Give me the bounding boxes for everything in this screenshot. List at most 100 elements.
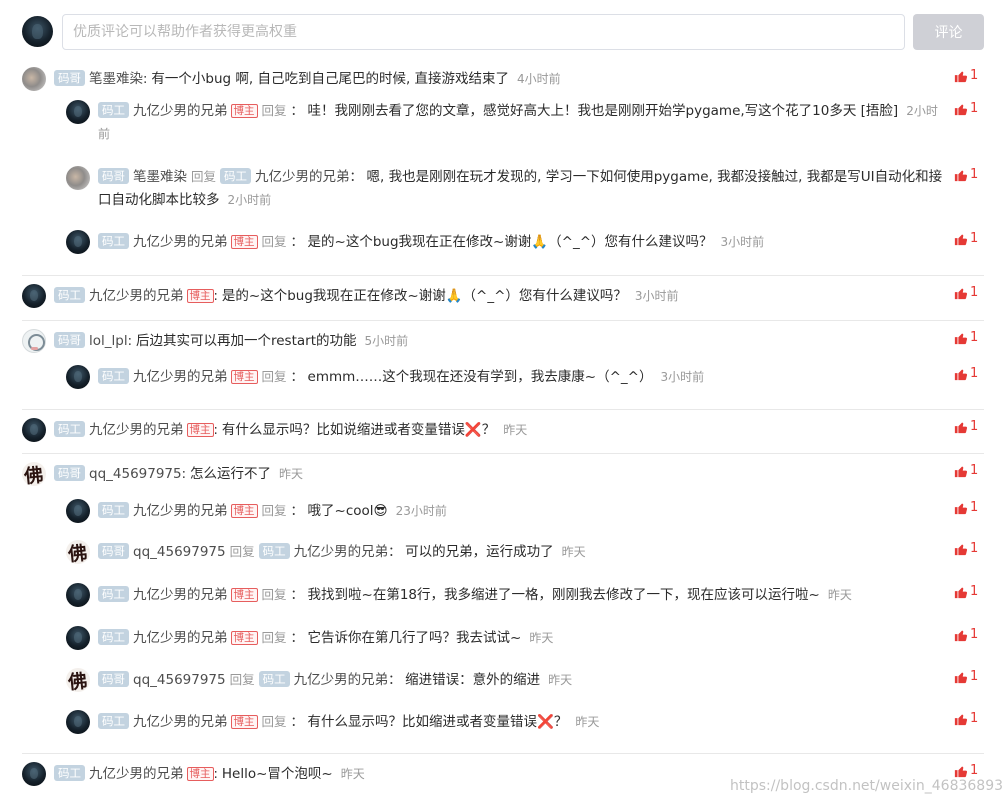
user-avatar[interactable] bbox=[66, 166, 90, 190]
comment-item: 码哥 lol_lpl: 后边其实可以再加一个restart的功能 5小时前 1 bbox=[22, 329, 984, 355]
username-link[interactable]: 九亿少男的兄弟 bbox=[89, 422, 184, 438]
thumb-up-icon bbox=[954, 69, 968, 83]
timestamp: 2小时前 bbox=[227, 193, 272, 207]
thumb-up-icon bbox=[954, 628, 968, 642]
reply-target-link[interactable]: 九亿少男的兄弟 bbox=[294, 544, 389, 560]
user-avatar[interactable] bbox=[66, 710, 90, 734]
host-badge: 博主 bbox=[230, 588, 258, 602]
level-badge: 码工 bbox=[54, 421, 85, 437]
reply-target-link[interactable]: 九亿少男的兄弟 bbox=[294, 672, 389, 688]
like-button[interactable]: 1 bbox=[954, 541, 982, 561]
like-button[interactable]: 1 bbox=[954, 167, 982, 187]
like-button[interactable]: 1 bbox=[954, 627, 982, 647]
colon: : bbox=[213, 289, 218, 304]
timestamp: 昨天 bbox=[827, 588, 852, 602]
comment-text: emmm……这个我现在还没有学到，我去康康~（^_^） bbox=[307, 369, 653, 385]
timestamp: 昨天 bbox=[561, 545, 586, 559]
username-link[interactable]: 笔墨难染 bbox=[89, 71, 143, 87]
reply-label: 回复 bbox=[261, 714, 287, 729]
comment-text: 可以的兄弟，运行成功了 bbox=[405, 544, 554, 560]
user-avatar[interactable] bbox=[22, 67, 46, 91]
user-avatar[interactable] bbox=[66, 365, 90, 389]
username-link[interactable]: 笔墨难染 bbox=[133, 169, 187, 185]
level-badge: 码哥 bbox=[54, 332, 85, 348]
username-link[interactable]: 九亿少男的兄弟 bbox=[133, 714, 228, 730]
reply-item: 码工 九亿少男的兄弟 博主 回复：它告诉你在第几行了吗？我去试试~ 昨天 1 bbox=[66, 626, 984, 652]
username-link[interactable]: lol_lpl bbox=[89, 333, 128, 349]
comment-content: 码工 九亿少男的兄弟 博主 回复：它告诉你在第几行了吗？我去试试~ 昨天 bbox=[98, 629, 944, 648]
comment-content: 码哥 笔墨难染 回复 码工 九亿少男的兄弟： 嗯, 我也是刚刚在玩才发现的, 学习一下如何… bbox=[98, 166, 944, 212]
comment-content: 码哥 lol_lpl: 后边其实可以再加一个restart的功能 5小时前 bbox=[54, 332, 944, 351]
like-count: 1 bbox=[970, 167, 979, 182]
thumb-up-icon bbox=[954, 670, 968, 684]
like-button[interactable]: 1 bbox=[954, 366, 982, 386]
user-avatar[interactable] bbox=[22, 462, 46, 486]
level-badge: 码哥 bbox=[98, 168, 129, 184]
current-user-avatar[interactable] bbox=[22, 16, 53, 47]
user-avatar[interactable] bbox=[66, 540, 90, 564]
like-button[interactable]: 1 bbox=[954, 584, 982, 604]
username-link[interactable]: qq_45697975 bbox=[133, 672, 226, 688]
thumb-up-icon bbox=[954, 102, 968, 116]
like-button[interactable]: 1 bbox=[954, 419, 982, 439]
username-link[interactable]: 九亿少男的兄弟 bbox=[89, 288, 184, 304]
username-link[interactable]: 九亿少男的兄弟 bbox=[133, 369, 228, 385]
username-link[interactable]: 九亿少男的兄弟 bbox=[133, 103, 228, 119]
username-link[interactable]: 九亿少男的兄弟 bbox=[133, 234, 228, 250]
colon: : bbox=[127, 334, 132, 349]
user-avatar[interactable] bbox=[22, 418, 46, 442]
comment-content: 码哥 笔墨难染: 有一个小bug 啊, 自己吃到自己尾巴的时候, 直接游戏结束了 4小… bbox=[54, 70, 944, 89]
username-link[interactable]: 九亿少男的兄弟 bbox=[133, 587, 228, 603]
username-link[interactable]: qq_45697975 bbox=[89, 466, 182, 482]
user-avatar[interactable] bbox=[66, 499, 90, 523]
like-button[interactable]: 1 bbox=[954, 669, 982, 689]
reply-item: 码工 九亿少男的兄弟 博主 回复：我找到啦~在第18行，我多缩进了一格，刚刚我去修改了… bbox=[66, 583, 984, 609]
like-button[interactable]: 1 bbox=[954, 463, 982, 483]
watermark: https://blog.csdn.net/weixin_46836893 bbox=[730, 778, 1004, 794]
like-button[interactable]: 1 bbox=[954, 330, 982, 350]
comment-divider bbox=[22, 320, 984, 321]
reply-item: 码哥qq_45697975回复码工九亿少男的兄弟：可以的兄弟，运行成功了昨天 1 bbox=[66, 540, 984, 566]
user-avatar[interactable] bbox=[66, 668, 90, 692]
user-avatar[interactable] bbox=[66, 583, 90, 607]
username-link[interactable]: qq_45697975 bbox=[133, 544, 226, 560]
submit-comment-button[interactable]: 评论 bbox=[913, 14, 984, 50]
comment-text: 哇！我刚刚去看了您的文章，感觉好高大上！我也是刚刚开始学pygame,写这个花了… bbox=[307, 103, 899, 119]
comment-divider bbox=[22, 275, 984, 276]
comment-input[interactable] bbox=[62, 14, 905, 50]
reply-target-link[interactable]: 九亿少男的兄弟 bbox=[255, 169, 350, 185]
thumb-up-icon bbox=[954, 501, 968, 515]
user-avatar[interactable] bbox=[22, 329, 46, 353]
like-button[interactable]: 1 bbox=[954, 500, 982, 520]
level-badge: 码哥 bbox=[98, 671, 129, 687]
colon: : bbox=[213, 767, 218, 782]
timestamp: 3小时前 bbox=[634, 289, 679, 303]
user-avatar[interactable] bbox=[66, 626, 90, 650]
like-button[interactable]: 1 bbox=[954, 711, 982, 731]
level-badge: 码工 bbox=[98, 713, 129, 729]
reply-label: 回复 bbox=[191, 169, 217, 184]
user-avatar[interactable] bbox=[22, 284, 46, 308]
user-avatar[interactable] bbox=[22, 762, 46, 786]
username-link[interactable]: 九亿少男的兄弟 bbox=[133, 630, 228, 646]
level-badge: 码工 bbox=[98, 368, 129, 384]
thumb-up-icon bbox=[954, 286, 968, 300]
like-button[interactable]: 1 bbox=[954, 101, 982, 121]
host-badge: 博主 bbox=[230, 504, 258, 518]
username-link[interactable]: 九亿少男的兄弟 bbox=[89, 766, 184, 782]
comment-text: 哦了~cool😎 bbox=[307, 503, 388, 519]
comment-text: 我找到啦~在第18行，我多缩进了一格，刚刚我去修改了一下，现在应该可以运行啦~ bbox=[307, 587, 820, 603]
like-button[interactable]: 1 bbox=[954, 285, 982, 305]
user-avatar[interactable] bbox=[66, 100, 90, 124]
colon: ： bbox=[388, 673, 402, 688]
user-avatar[interactable] bbox=[66, 230, 90, 254]
username-link[interactable]: 九亿少男的兄弟 bbox=[133, 503, 228, 519]
timestamp: 3小时前 bbox=[660, 370, 705, 384]
reply-label: 回复 bbox=[229, 544, 255, 559]
thumb-up-icon bbox=[954, 585, 968, 599]
like-button[interactable]: 1 bbox=[954, 68, 982, 88]
like-button[interactable]: 1 bbox=[954, 231, 982, 251]
like-count: 1 bbox=[970, 68, 979, 83]
reply-item: 码哥qq_45697975回复码工九亿少男的兄弟：缩进错误：意外的缩进昨天 1 bbox=[66, 668, 984, 694]
reply-item: 码工 九亿少男的兄弟 博主 回复：是的~这个bug我现在正在修改~谢谢🙏（^_^）您有… bbox=[66, 230, 984, 256]
